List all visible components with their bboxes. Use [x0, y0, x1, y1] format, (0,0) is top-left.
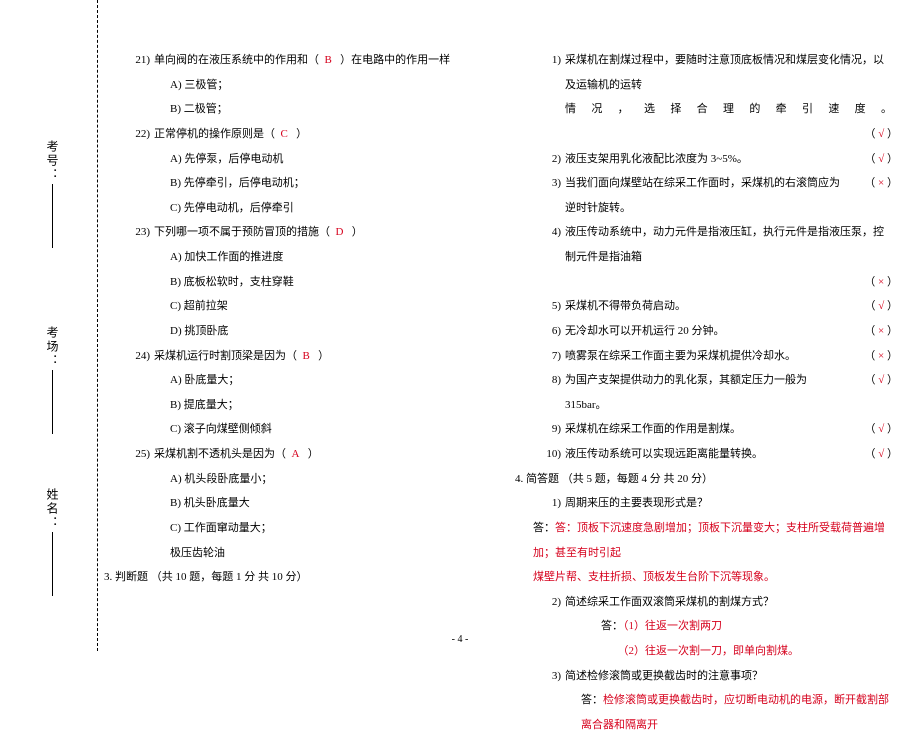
tf-5: 5) 采煤机不得带负荷启动。 （ √ ） — [533, 294, 898, 319]
extra-line: 极压齿轮油 — [122, 541, 487, 566]
sa-q2: 2) 简述综采工作面双滚筒采煤机的割煤方式？ — [533, 590, 898, 615]
tf-1: 1) 采煤机在割煤过程中，要随时注意顶底板情况和煤层变化情况，以及运输机的运转 — [533, 48, 898, 97]
q24-opt-a: A) 卧底量大； — [122, 368, 487, 393]
q24: 24)采煤机运行时割顶梁是因为（ B ） — [122, 344, 487, 369]
q21: 21)单向阀的在液压系统中的作用和（ B ）在电路中的作用一样 — [122, 48, 487, 73]
field-room: 考场： — [44, 326, 61, 434]
q23-opt-a: A) 加快工作面的推进度 — [122, 245, 487, 270]
left-column: 21)单向阀的在液压系统中的作用和（ B ）在电路中的作用一样 A) 三极管； … — [98, 48, 509, 651]
tf-1-mark: （ √ ） — [533, 122, 898, 147]
tf-7: 7) 喷雾泵在综采工作面主要为采煤机提供冷却水。 （ × ） — [533, 344, 898, 369]
label-exam-no: 考号： — [45, 140, 59, 182]
q23: 23)下列哪一项不属于预防冒顶的措施（ D ） — [122, 220, 487, 245]
q22-opt-c: C) 先停电动机，后停牵引 — [122, 196, 487, 221]
section-4-header: 4. 简答题 （共 5 题，每题 4 分 共 20 分） — [515, 467, 898, 492]
sa-q3: 3) 简述检修滚筒或更换截齿时的注意事项？ — [533, 664, 898, 689]
q21-opt-a: A) 三极管； — [122, 73, 487, 98]
tf-4-mark: （ × ） — [533, 270, 898, 295]
q24-opt-b: B) 提底量大； — [122, 393, 487, 418]
tf-6: 6) 无冷却水可以开机运行 20 分钟。 （ × ） — [533, 319, 898, 344]
q25-opt-c: C) 工作面窜动量大； — [122, 516, 487, 541]
content-area: 21)单向阀的在液压系统中的作用和（ B ）在电路中的作用一样 A) 三极管； … — [98, 0, 920, 651]
tf-3: 3) 当我们面向煤壁站在综采工作面时，采煤机的右滚筒应为逆时针旋转。 （ × ） — [533, 171, 898, 220]
sa-a1-line1: 答：答：顶板下沉速度急剧增加；顶板下沉量变大；支柱所受载荷普遍增加；甚至有时引起 — [533, 516, 898, 565]
field-exam-no: 考号： — [44, 140, 61, 248]
q23-answer: D — [336, 226, 344, 238]
sa-a3: 答：检修滚筒或更换截齿时，应切断电动机的电源，断开截割部离合器和隔离开 — [533, 688, 898, 737]
q23-opt-d: D) 挑顶卧底 — [122, 319, 487, 344]
q21-opt-b: B) 二极管； — [122, 97, 487, 122]
tf-9: 9) 采煤机在综采工作面的作用是割煤。 （ √ ） — [533, 417, 898, 442]
tf-1-line2: 情况，选择合理的牵引速度。 — [533, 97, 898, 122]
field-name: 姓名： — [44, 488, 61, 596]
page-number: - 4 - — [0, 634, 920, 645]
q23-opt-b: B) 底板松软时，支柱穿鞋 — [122, 270, 487, 295]
q25-opt-a: A) 机头段卧底量小； — [122, 467, 487, 492]
q25-answer: A — [292, 448, 300, 460]
q21-answer: B — [325, 54, 332, 66]
section-3-header: 3. 判断题 （共 10 题，每题 1 分 共 10 分） — [104, 565, 487, 590]
q24-opt-c: C) 滚子向煤壁侧倾斜 — [122, 417, 487, 442]
tf-8: 8) 为国产支架提供动力的乳化泵，其额定压力一般为 315bar。 （ √ ） — [533, 368, 898, 417]
sa-q1: 1) 周期来压的主要表现形式是？ — [533, 491, 898, 516]
q22-opt-a: A) 先停泵，后停电动机 — [122, 147, 487, 172]
q25: 25)采煤机割不透机头是因为（ A ） — [122, 442, 487, 467]
binding-strip: 考号： 考场： 姓名： — [0, 0, 98, 651]
q25-opt-b: B) 机头卧底量大 — [122, 491, 487, 516]
tf-10: 10) 液压传动系统可以实现远距离能量转换。 （ √ ） — [533, 442, 898, 467]
q23-opt-c: C) 超前拉架 — [122, 294, 487, 319]
q22-answer: C — [281, 128, 288, 140]
q24-answer: B — [303, 350, 310, 362]
label-room: 考场： — [45, 326, 59, 368]
q22: 22)正常停机的操作原则是（ C ） — [122, 122, 487, 147]
label-name: 姓名： — [45, 488, 59, 530]
tf-4: 4) 液压传动系统中，动力元件是指液压缸，执行元件是指液压泵，控制元件是指油箱 — [533, 220, 898, 269]
tf-2: 2) 液压支架用乳化液配比浓度为 3~5%。 （ √ ） — [533, 147, 898, 172]
right-column: 1) 采煤机在割煤过程中，要随时注意顶底板情况和煤层变化情况，以及运输机的运转 … — [509, 48, 920, 651]
q22-opt-b: B) 先停牵引，后停电动机； — [122, 171, 487, 196]
sa-a1-line2: 煤壁片帮、支柱折损、顶板发生台阶下沉等现象。 — [533, 565, 898, 590]
